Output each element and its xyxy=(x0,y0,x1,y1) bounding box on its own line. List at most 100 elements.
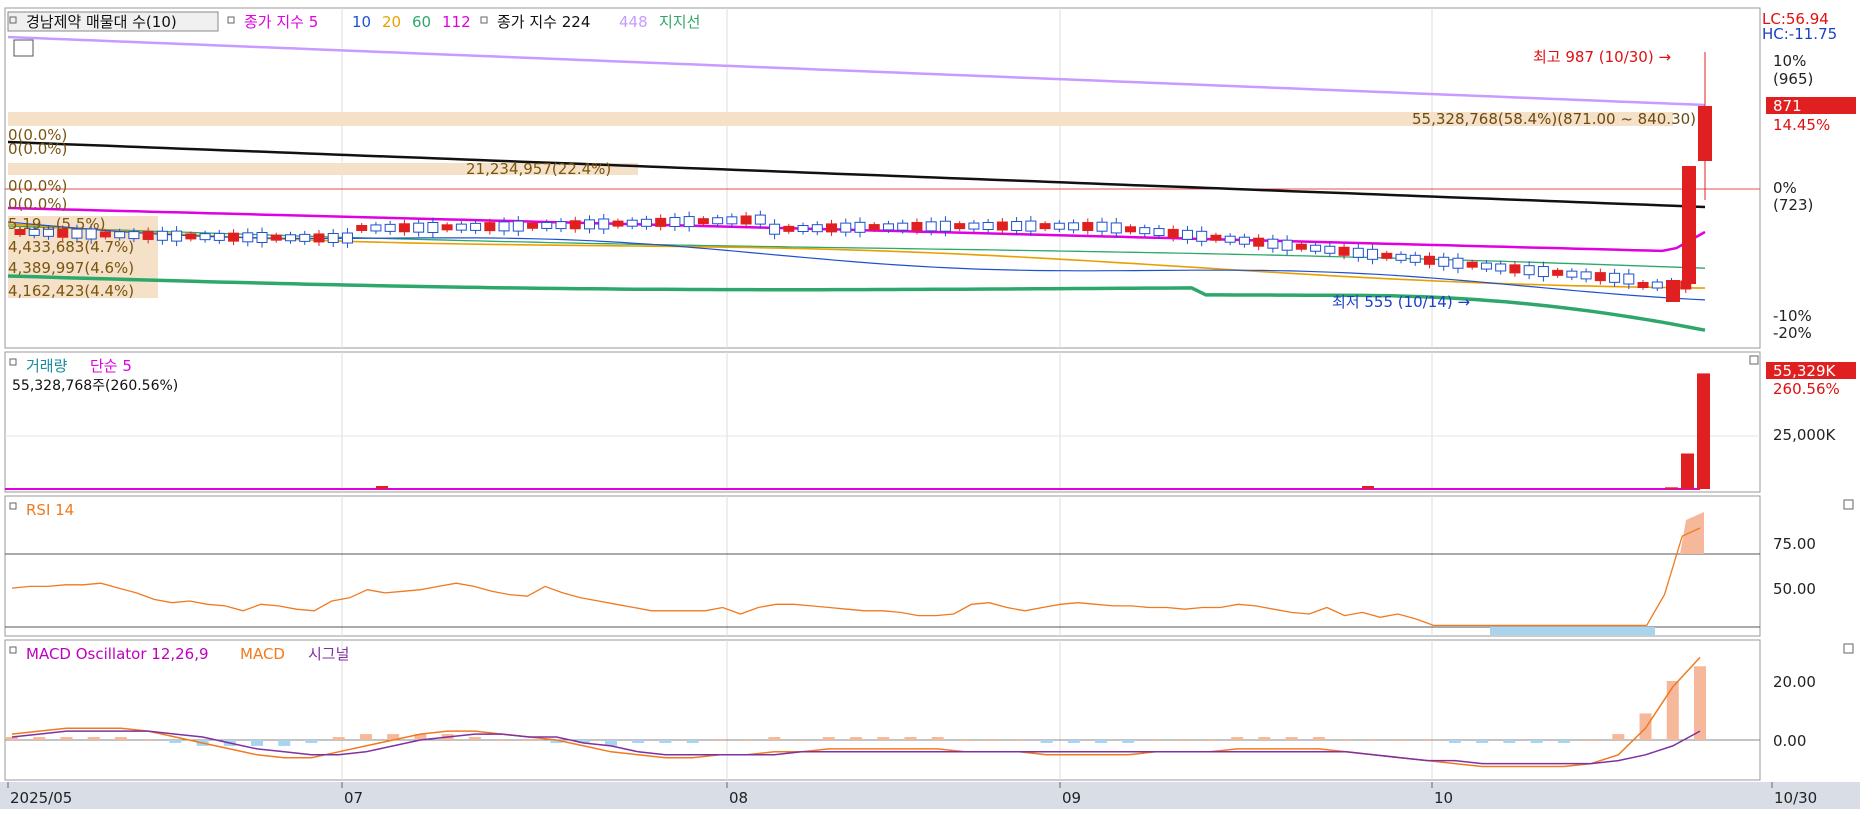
macd-osc-bar xyxy=(1448,740,1461,743)
macd-osc-bar xyxy=(1394,740,1407,741)
candle-body xyxy=(1324,245,1336,254)
volume-axis-tick: 25,000K xyxy=(1773,426,1836,444)
macd-osc-bar xyxy=(1585,740,1598,741)
candle-body xyxy=(114,231,126,239)
rsi-title: RSI 14 xyxy=(26,501,74,519)
candle-body xyxy=(1167,228,1179,238)
macd-osc-bar xyxy=(1176,740,1189,741)
legend-ma2-label[interactable]: 종가 지수 224 xyxy=(497,13,590,31)
profile-label-8: 4,433,683(4.7%) xyxy=(8,238,134,256)
candle-body xyxy=(484,222,496,232)
legend-ma-period[interactable]: 112 xyxy=(442,13,471,31)
volume-bar xyxy=(1697,373,1710,489)
macd-osc-bar xyxy=(1013,740,1026,741)
candle-body xyxy=(1609,272,1621,283)
legend-ma-label[interactable]: 종가 지수 5 xyxy=(244,13,318,31)
candle-body xyxy=(996,221,1008,231)
x-tick-label: 08 xyxy=(729,789,748,807)
candle-body xyxy=(1509,264,1521,274)
legend-support[interactable]: 지지선 xyxy=(659,13,700,31)
macd-osc-bar xyxy=(659,740,672,743)
candle-body xyxy=(712,217,724,225)
price-axis-label-4: (723) xyxy=(1773,196,1813,214)
candle-body xyxy=(1267,238,1279,249)
candle-body xyxy=(441,224,453,231)
macd-osc-bar xyxy=(713,740,726,741)
grid-settings-icon[interactable] xyxy=(13,39,34,57)
profile-label-5: 0(0.0%) xyxy=(8,177,67,195)
price-panel-frame xyxy=(4,7,1761,349)
candle-body xyxy=(1395,253,1407,261)
candle-body xyxy=(384,223,396,232)
legend-title[interactable]: 경남제약 매물대 수(10) xyxy=(26,13,177,31)
candle-body xyxy=(925,221,937,232)
candle-body xyxy=(1409,254,1421,263)
candle-body xyxy=(1110,222,1122,234)
macd-osc-bar xyxy=(1340,740,1353,741)
candle-body xyxy=(341,232,353,244)
volume-value: 55,328,768주(260.56%) xyxy=(12,378,178,394)
candle-body xyxy=(142,230,154,240)
rsi-axis-tick-75: 75.00 xyxy=(1773,535,1816,553)
volume-bar xyxy=(376,486,388,489)
rsi-oversold-area xyxy=(1490,627,1655,635)
candle-body xyxy=(213,232,225,241)
macd-osc-bar xyxy=(686,740,699,743)
legend-ma-period[interactable]: 60 xyxy=(412,13,431,31)
stock-chart-window: 경남제약 매물대 수(10) 종가 지수 5 10 20 60 112 종가 지수 224… xyxy=(0,0,1860,809)
macd-osc-bar xyxy=(1231,737,1244,740)
macd-osc-bar xyxy=(359,734,372,740)
candle-body xyxy=(427,221,439,233)
candle-body xyxy=(1594,272,1606,282)
candle-body xyxy=(413,222,425,233)
last-change: 14.45% xyxy=(1773,116,1830,134)
candle-body xyxy=(185,233,197,240)
candle-body xyxy=(1651,281,1663,289)
candle-body xyxy=(769,223,781,235)
candle-body xyxy=(228,232,240,242)
candle-body xyxy=(783,225,795,232)
macd-osc-bar xyxy=(795,740,808,741)
candle-body xyxy=(939,220,951,232)
legend-ma-period[interactable]: 20 xyxy=(382,13,401,31)
candle-body xyxy=(1623,273,1635,285)
candle-body xyxy=(512,220,524,232)
macd-osc-bar xyxy=(305,740,318,743)
macd-osc-bar xyxy=(87,737,100,740)
macd-osc-bar xyxy=(822,737,835,740)
rsi-close-icon[interactable] xyxy=(1843,499,1854,510)
candle-body xyxy=(640,218,652,227)
candle-body xyxy=(470,222,482,231)
macd-osc-bar xyxy=(768,737,781,740)
candle-body xyxy=(598,218,610,230)
candle-body xyxy=(811,224,823,233)
rsi-panel-frame xyxy=(4,495,1761,637)
candle-body xyxy=(1196,230,1208,242)
volume-panel: 거래량 단순 5 55,328,768주(260.56%) xyxy=(4,351,1761,493)
candle-body-prev2 xyxy=(1666,280,1680,302)
candle-body xyxy=(1352,247,1364,258)
candle-body xyxy=(1566,270,1578,278)
macd-osc-bar xyxy=(1503,740,1516,743)
macd-osc-bar xyxy=(741,740,754,741)
candle-body xyxy=(1523,265,1535,276)
macd-close-icon[interactable] xyxy=(1843,643,1854,654)
candle-body xyxy=(569,220,581,230)
candle-body xyxy=(1082,222,1094,232)
candle-body xyxy=(854,221,866,233)
candle-body xyxy=(256,232,268,244)
candle-body xyxy=(1452,257,1464,269)
macd-osc-bar xyxy=(1557,740,1570,743)
price-axis-label-5: -10% xyxy=(1773,307,1812,325)
legend-ma2-period[interactable]: 448 xyxy=(619,13,648,31)
candle-body xyxy=(555,221,567,230)
price-panel: 경남제약 매물대 수(10) 종가 지수 5 10 20 60 112 종가 지수 224… xyxy=(4,7,1761,349)
legend-ma-period[interactable]: 10 xyxy=(352,13,371,31)
candle-body xyxy=(1637,282,1649,288)
candle-body xyxy=(826,223,838,233)
candle-body xyxy=(1381,252,1393,259)
volume-close-icon[interactable] xyxy=(1749,355,1759,365)
macd-osc-bar xyxy=(332,737,345,740)
candle-body xyxy=(398,223,410,233)
price-axis-label-1: 10% xyxy=(1773,52,1806,70)
